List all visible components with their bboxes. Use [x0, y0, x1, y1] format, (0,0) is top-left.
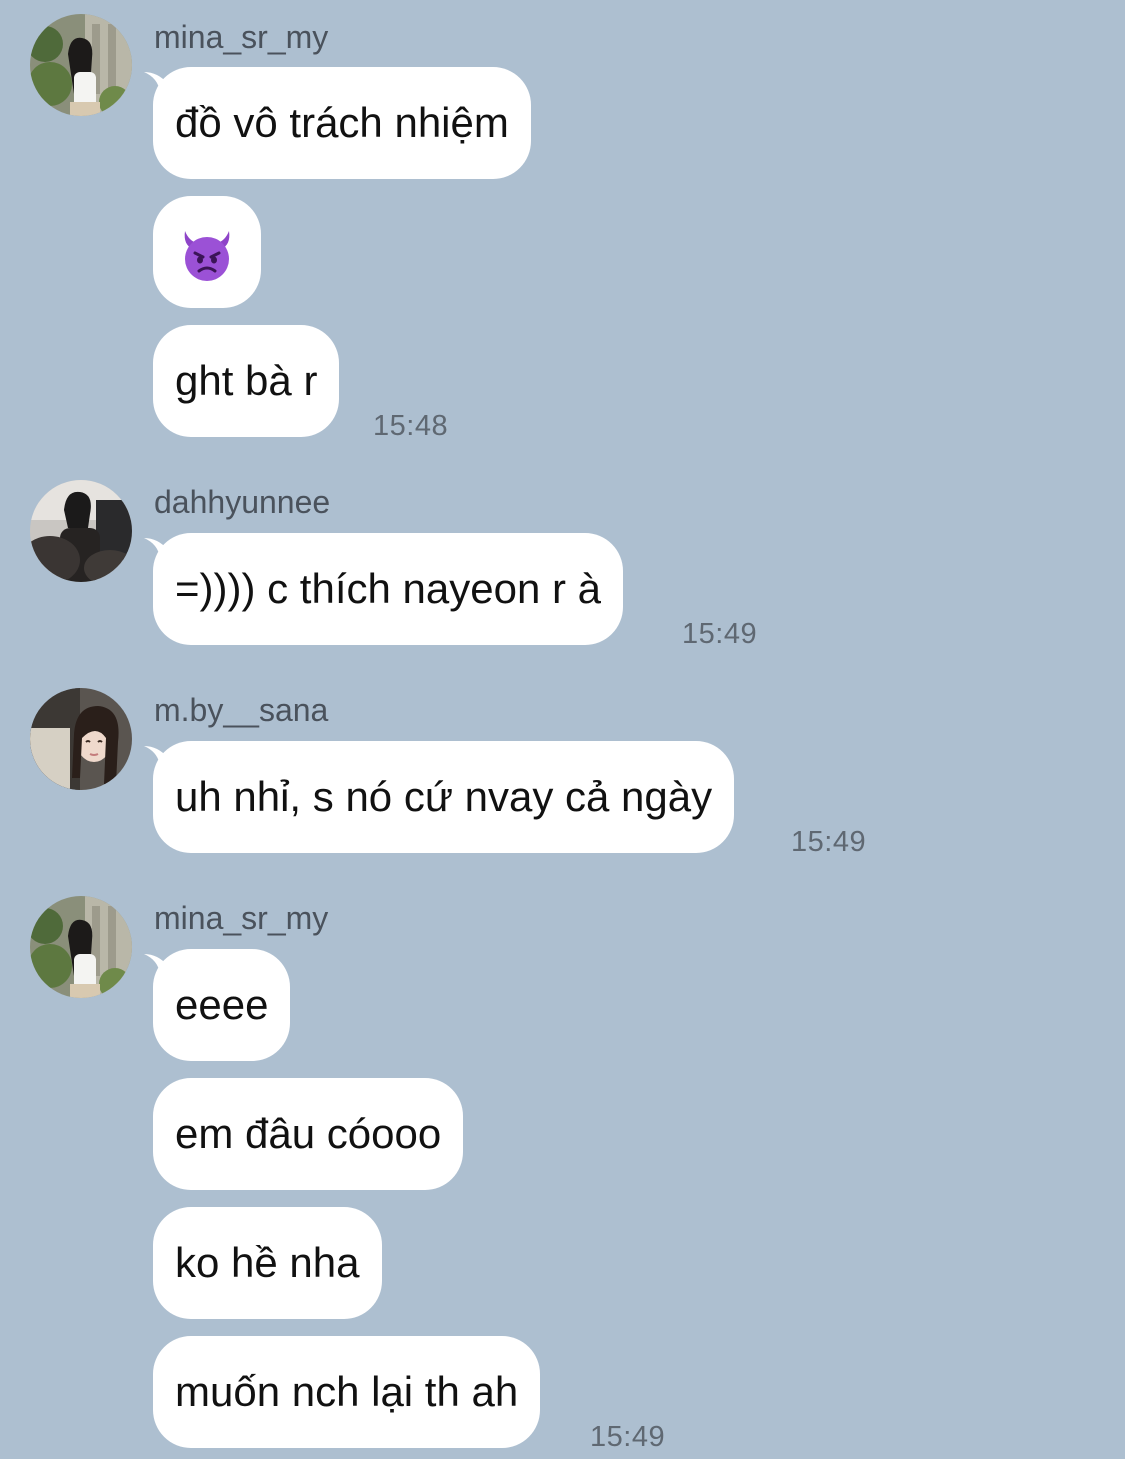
sender-name: mina_sr_my	[154, 19, 329, 55]
message-bubble[interactable]: eeee	[153, 949, 291, 1061]
mina-avatar-photo	[30, 896, 132, 998]
message-bubble[interactable]: muốn nch lại th ah	[153, 1336, 541, 1448]
message-timestamp: 15:49	[791, 826, 867, 858]
message-bubble[interactable]: ko hề nha	[153, 1207, 382, 1319]
mina-avatar[interactable]	[30, 896, 132, 998]
sender-name: mina_sr_my	[154, 900, 329, 936]
sender-name: m.by__sana	[154, 692, 329, 728]
sana-avatar[interactable]	[30, 688, 132, 790]
mina-avatar[interactable]	[30, 14, 132, 116]
message-timestamp: 15:49	[590, 1421, 666, 1453]
sana-avatar-photo	[30, 688, 132, 790]
message-bubble-emoji[interactable]	[153, 196, 261, 308]
message-bubble[interactable]: đồ vô trách nhiệm	[153, 67, 531, 179]
mina-avatar-photo	[30, 14, 132, 116]
message-bubble[interactable]: em đâu cóooo	[153, 1078, 464, 1190]
message-bubble[interactable]: uh nhỉ, s nó cứ nvay cả ngày	[153, 741, 735, 853]
sender-name: dahhyunnee	[154, 484, 331, 520]
dahhyunnee-avatar-photo	[30, 480, 132, 582]
chat-message-list: mina_sr_my đồ vô trách nhiệm ght bà r 15…	[0, 0, 1125, 1459]
message-bubble[interactable]: ght bà r	[153, 325, 340, 437]
smiling-face-with-horns-icon	[184, 230, 230, 281]
message-timestamp: 15:49	[682, 618, 758, 650]
message-timestamp: 15:48	[373, 410, 449, 442]
message-bubble[interactable]: =)))) c thích nayeon r à	[153, 533, 624, 645]
dahhyunnee-avatar[interactable]	[30, 480, 132, 582]
